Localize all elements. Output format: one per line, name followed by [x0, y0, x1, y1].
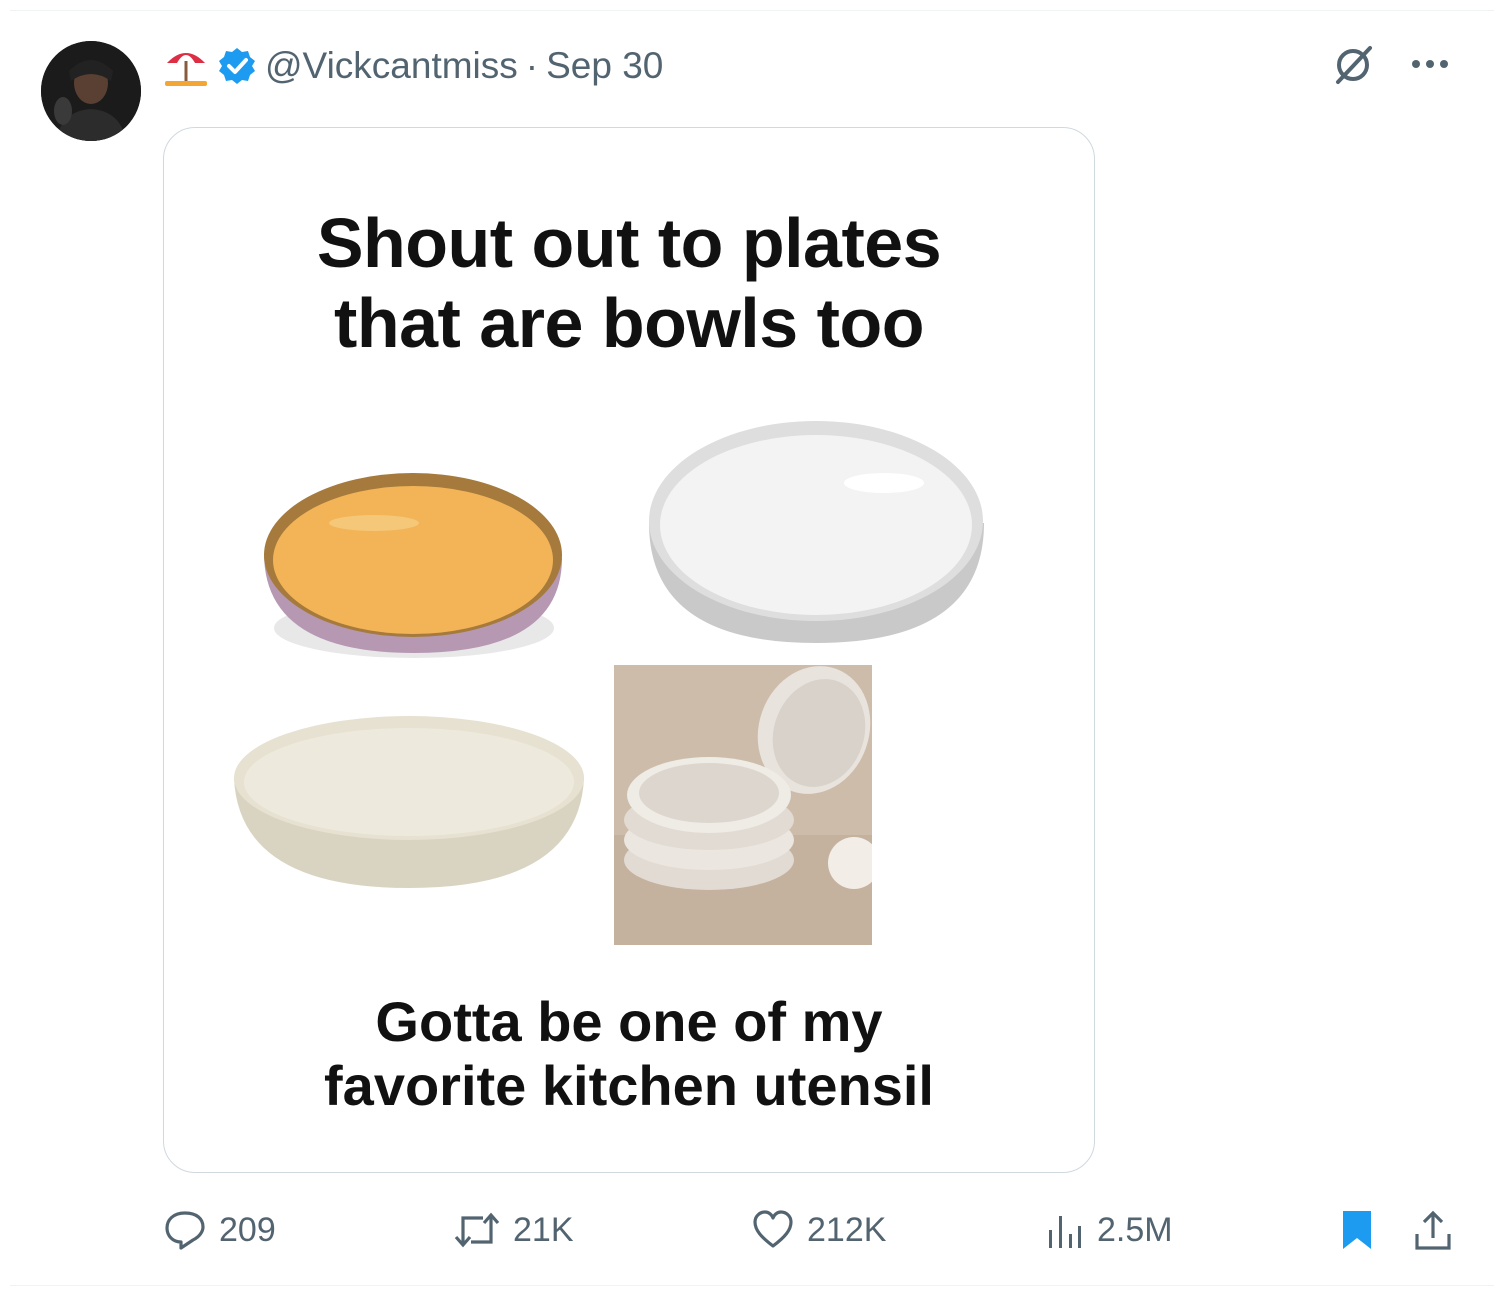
views-chart-icon — [1049, 1216, 1081, 1248]
share-icon — [1415, 1210, 1451, 1250]
reply-button[interactable]: 209 — [163, 1202, 276, 1258]
caption-top-line1: Shout out to plates — [316, 204, 942, 282]
repost-icon — [454, 1212, 500, 1248]
handle-date-separator: · — [525, 45, 539, 86]
caption-bottom-line1: Gotta be one of my — [375, 990, 883, 1053]
more-options-icon[interactable] — [1410, 54, 1450, 79]
beige-plate-bowl-image — [234, 716, 584, 888]
reply-count: 209 — [219, 1210, 276, 1249]
stacked-bowls-photo — [614, 665, 872, 945]
reply-icon — [165, 1211, 205, 1250]
meme-caption-bottom: Gotta be one of my favorite kitchen uten… — [164, 990, 1094, 1118]
bookmark-button[interactable] — [1339, 1202, 1375, 1258]
repost-button[interactable]: 21K — [453, 1202, 574, 1258]
beach-umbrella-icon — [163, 43, 209, 89]
post-media[interactable]: Shout out to plates that are bowls too G… — [163, 127, 1095, 1173]
bookmark-filled-icon — [1343, 1211, 1371, 1249]
views-button[interactable]: 2.5M — [1045, 1202, 1173, 1258]
repost-count: 21K — [513, 1210, 574, 1249]
post-date[interactable]: Sep 30 — [546, 45, 663, 87]
meme-caption-top: Shout out to plates that are bowls too — [164, 203, 1094, 363]
white-plate-bowl-image — [649, 421, 984, 643]
grok-icon[interactable] — [1332, 42, 1376, 91]
action-bar: 209 21K 212K 2.5M — [163, 1202, 1453, 1258]
share-button[interactable] — [1413, 1202, 1453, 1258]
author-handle[interactable]: @Vickcantmiss — [265, 45, 518, 87]
header-actions — [1332, 42, 1450, 91]
like-button[interactable]: 212K — [751, 1202, 886, 1258]
post-header: @Vickcantmiss · Sep 30 — [163, 40, 663, 92]
like-count: 212K — [807, 1210, 887, 1249]
heart-icon — [753, 1210, 793, 1248]
caption-top-line2: that are bowls too — [334, 284, 924, 362]
view-count: 2.5M — [1097, 1210, 1173, 1249]
avatar-image — [41, 41, 141, 141]
orange-plate-bowl-image — [264, 473, 562, 658]
avatar[interactable] — [41, 41, 141, 141]
caption-bottom-line2: favorite kitchen utensil — [324, 1054, 934, 1117]
verified-badge-icon — [217, 46, 257, 86]
